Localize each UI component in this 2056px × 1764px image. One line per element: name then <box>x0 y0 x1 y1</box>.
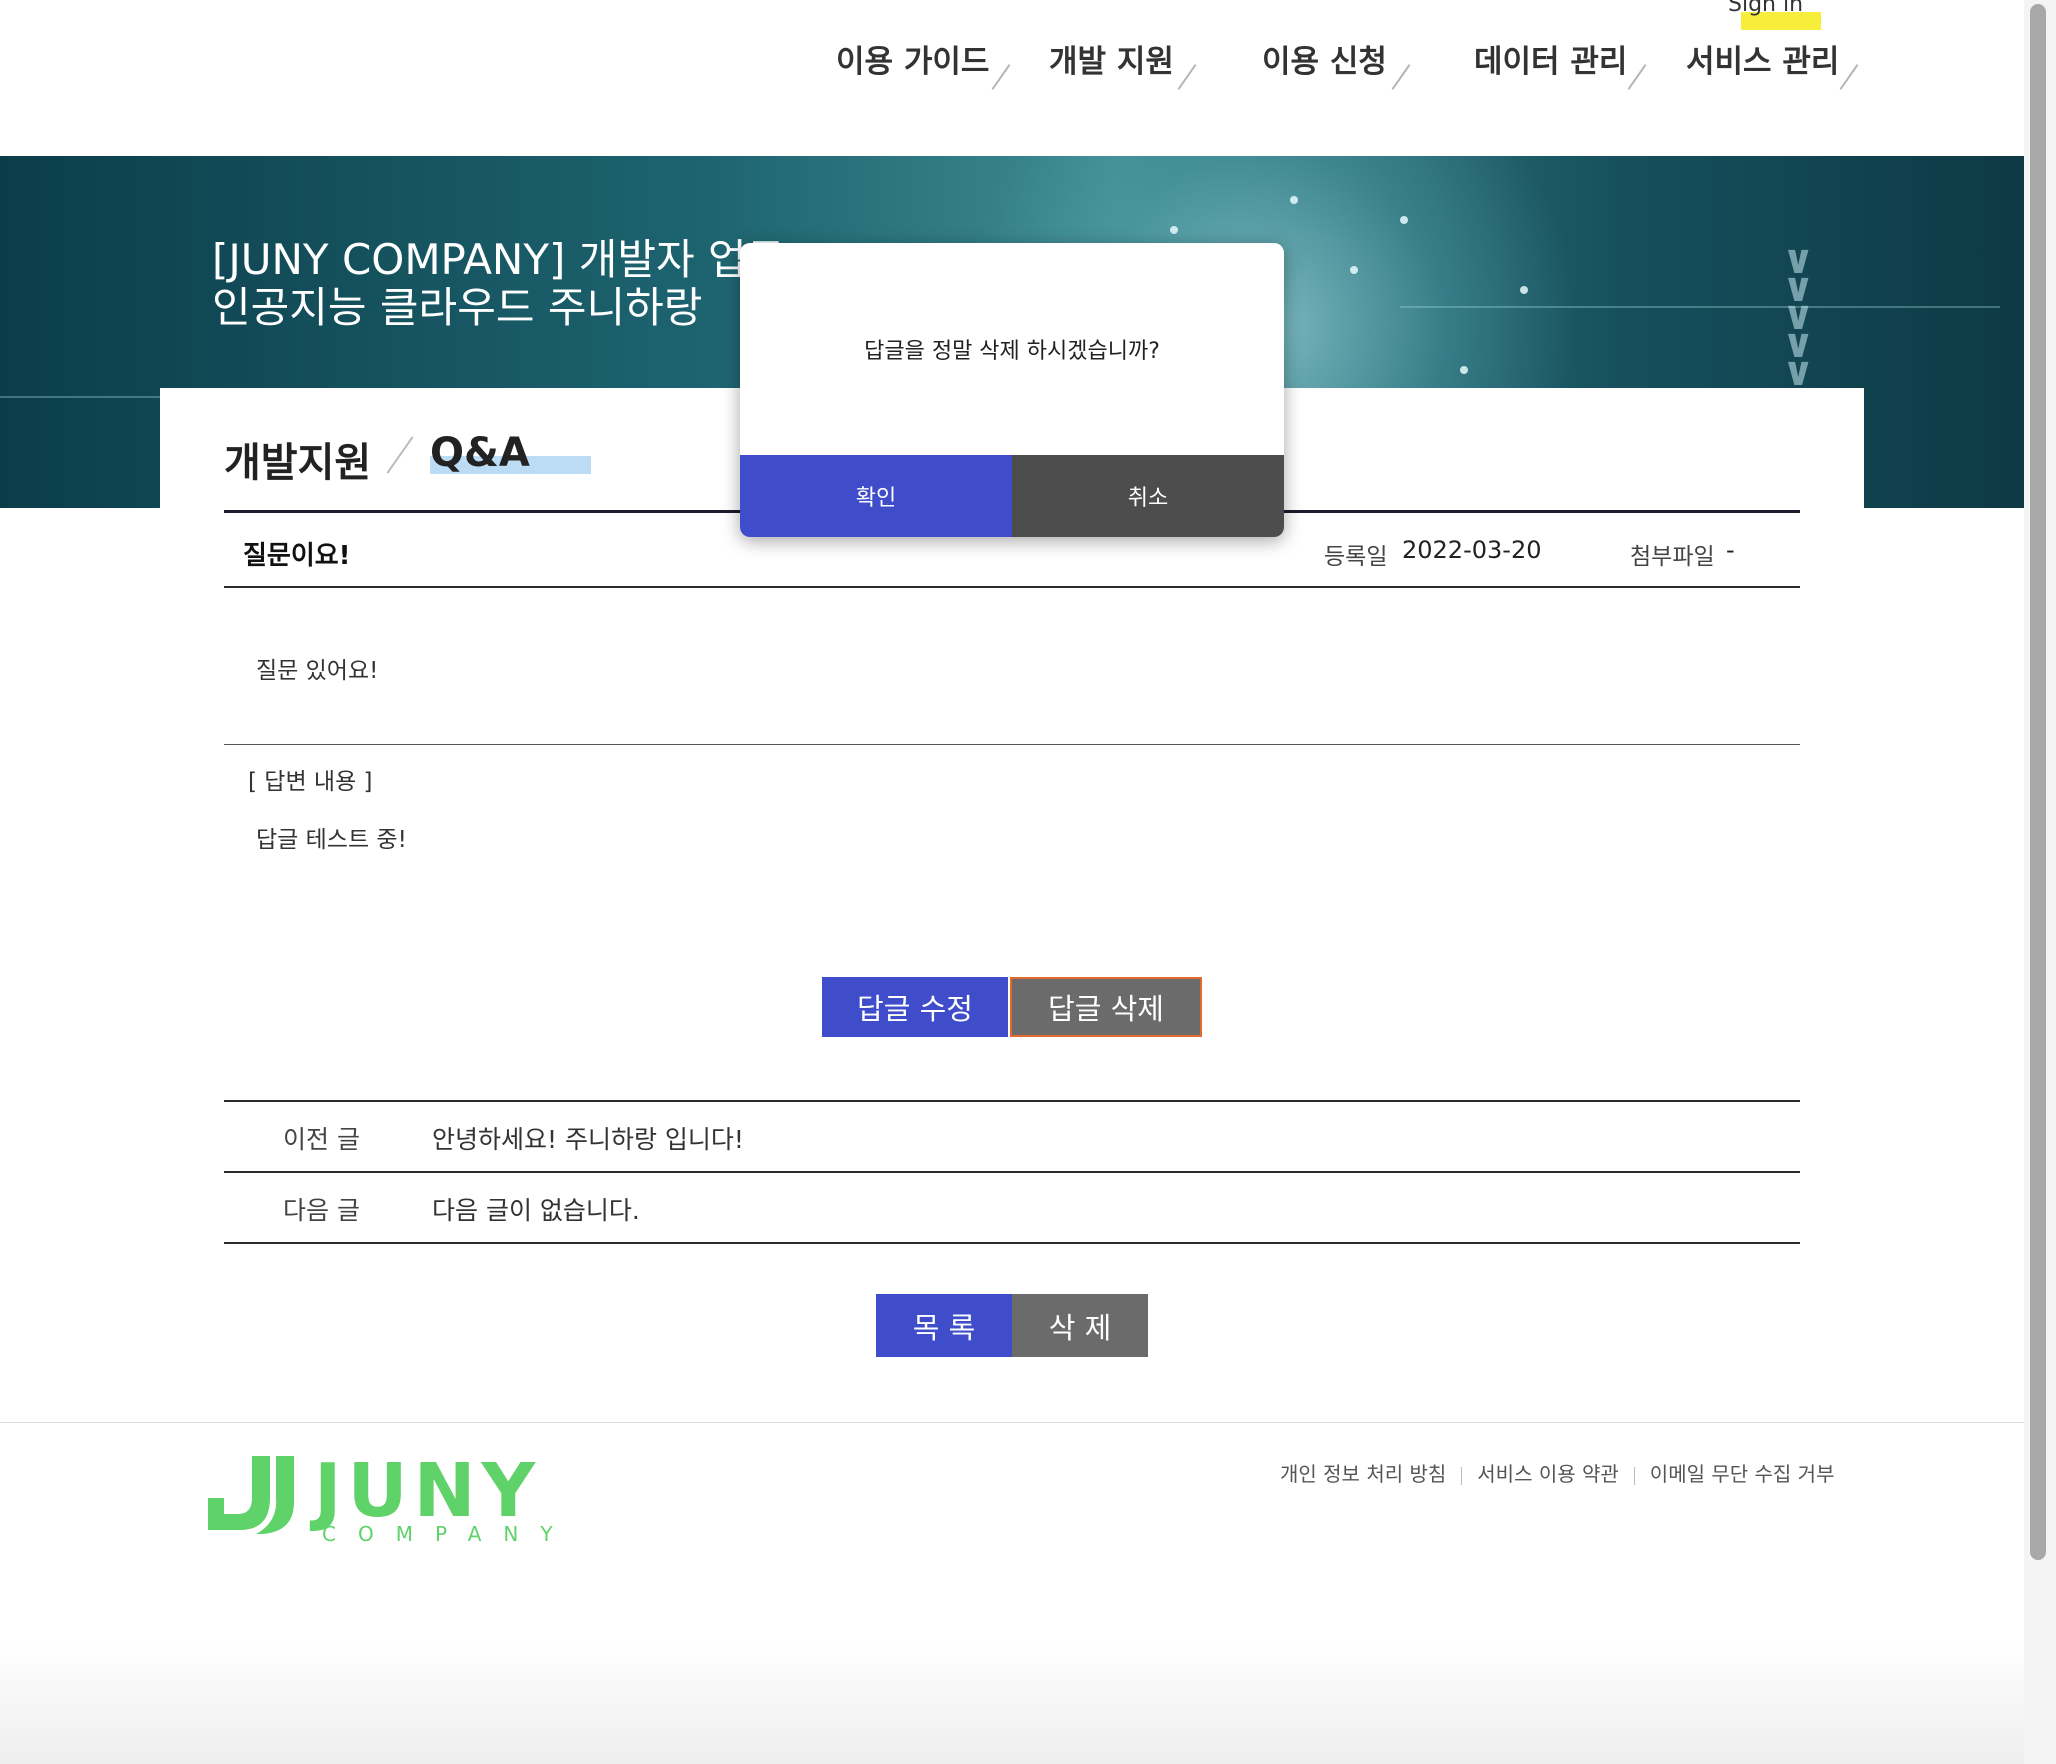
post-header-divider <box>224 586 1800 588</box>
footer-link-email-policy[interactable]: 이메일 무단 수집 거부 <box>1650 1462 1835 1486</box>
confirm-dialog-message: 답글을 정말 삭제 하시겠습니까? <box>864 339 1160 364</box>
footer-divider <box>0 1422 2024 1423</box>
logo-mark-icon <box>208 1456 294 1534</box>
post-date: 2022-03-20 <box>1402 536 1542 564</box>
attachment-value: - <box>1726 536 1735 564</box>
nav-divider <box>1391 64 1411 90</box>
cancel-button[interactable]: 취소 <box>1012 455 1284 537</box>
nav-item-apply[interactable]: 이용 신청 <box>1262 36 1387 81</box>
nav-item-data[interactable]: 데이터 관리 <box>1474 36 1627 81</box>
banner-decor-dot <box>1290 196 1298 204</box>
next-post-label: 다음 글 <box>283 1196 360 1225</box>
edit-answer-button[interactable]: 답글 수정 <box>822 977 1008 1037</box>
confirm-dialog: 답글을 정말 삭제 하시겠습니까? 확인 취소 <box>740 243 1284 537</box>
footer-links: 개인 정보 처리 방침 서비스 이용 약관 이메일 무단 수집 거부 <box>1280 1458 1834 1487</box>
banner-decor-dot <box>1520 286 1528 294</box>
banner-decor-dot <box>1350 266 1358 274</box>
scrollbar-thumb[interactable] <box>2030 4 2046 1560</box>
prev-post-label: 이전 글 <box>283 1125 360 1154</box>
signin-link[interactable]: Sign in <box>1728 0 1803 17</box>
post-nav-top-border <box>224 1100 1800 1102</box>
delete-post-button[interactable]: 삭 제 <box>1012 1294 1148 1357</box>
footer-link-divider <box>1461 1466 1463 1485</box>
nav-item-dev-support[interactable]: 개발 지원 <box>1049 36 1174 81</box>
window-bottom-shade <box>0 1640 2056 1764</box>
page-title: Q&A <box>430 430 530 476</box>
banner-title-line2: 인공지능 클라우드 주니하랑 <box>212 283 703 332</box>
post-title: 질문이요! <box>243 541 351 571</box>
banner-decor-dot <box>1460 366 1468 374</box>
footer-link-privacy[interactable]: 개인 정보 처리 방침 <box>1280 1462 1446 1486</box>
banner-decor-line <box>1400 306 2000 308</box>
nav-divider <box>1627 64 1647 90</box>
prev-post-link[interactable]: 안녕하세요! 주니하랑 입니다! <box>432 1120 744 1156</box>
nav-divider <box>1177 64 1197 90</box>
content-panel <box>160 388 1864 1424</box>
nav-item-guide[interactable]: 이용 가이드 <box>836 36 989 81</box>
post-body: 질문 있어요! <box>256 658 379 684</box>
delete-answer-button[interactable]: 답글 삭제 <box>1010 977 1202 1037</box>
date-label: 등록일 <box>1324 544 1388 570</box>
breadcrumb-section: 개발지원 <box>224 440 372 486</box>
attachment-label: 첨부파일 <box>1630 544 1715 570</box>
footer-link-divider <box>1633 1466 1635 1485</box>
footer-link-terms[interactable]: 서비스 이용 약관 <box>1477 1462 1619 1486</box>
post-nav-divider <box>224 1171 1800 1173</box>
answer-body: 답글 테스트 중! <box>256 827 407 853</box>
nav-divider <box>1839 64 1859 90</box>
banner-title: [JUNY COMPANY] 개발자 업무 인공지능 클라우드 주니하랑 <box>212 236 785 332</box>
answer-divider <box>224 744 1800 745</box>
nav-divider <box>991 64 1011 90</box>
banner-title-line1: [JUNY COMPANY] 개발자 업무 <box>212 235 786 284</box>
answer-heading: [ 답변 내용 ] <box>248 769 373 795</box>
banner-decor-dot <box>1170 226 1178 234</box>
post-nav-bottom-border <box>224 1242 1800 1244</box>
nav-item-service[interactable]: 서비스 관리 <box>1686 36 1839 81</box>
confirm-button[interactable]: 확인 <box>740 455 1012 537</box>
next-post-text: 다음 글이 없습니다. <box>432 1196 640 1225</box>
company-logo: JUNY COMPANY <box>202 1448 553 1546</box>
list-button[interactable]: 목 록 <box>876 1294 1012 1357</box>
banner-decor-dot <box>1400 216 1408 224</box>
logo-subtitle: COMPANY <box>322 1522 575 1546</box>
